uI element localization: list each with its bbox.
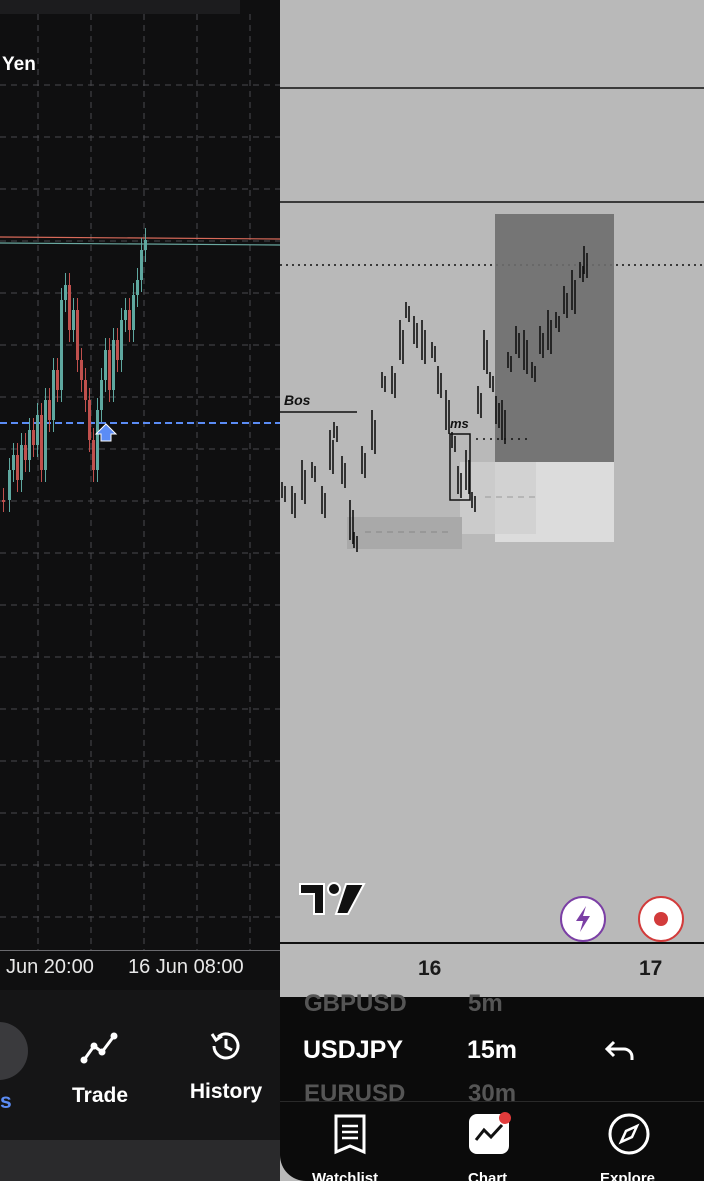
candle-body [112,340,115,390]
tab-watchlist[interactable]: Watchlist [312,1170,378,1181]
demand-zone [347,517,462,549]
candle-body [72,310,75,330]
x-axis-label-16: 16 [418,957,442,980]
candle-body [116,340,119,360]
nav-trade-label: Trade [71,1084,129,1107]
nav-partial-label[interactable]: s [0,1090,12,1114]
picker-symbol-prev[interactable]: GBPUSD [304,990,407,1018]
candle-body [84,380,87,400]
mt-chart-panel: Yen Jun 20:00 16 Jun 08:00 s Trade Histo… [0,0,280,1181]
candle-body [132,295,135,330]
candle-body [96,410,99,470]
candle-body [64,285,67,300]
picker-symbol-next[interactable]: EURUSD [304,1080,405,1108]
candle-body [48,400,51,420]
tab-explore[interactable]: Explore [600,1170,655,1181]
symbol-title: Yen [2,54,36,75]
candle-body [40,415,43,470]
x-axis-line [280,942,704,944]
nav-history-label: History [189,1080,263,1103]
candle-body [24,445,27,460]
candle-body [120,320,123,360]
x-axis-label-17: 17 [639,957,663,980]
time-label-1: Jun 20:00 [6,956,94,978]
tradingview-panel: Bos ms 16 17 GBPUSD 5m USDJPY 15m EURUSD… [280,0,704,1181]
candle-body [8,470,11,500]
candle-body [20,445,23,480]
history-icon [210,1032,240,1060]
candle-body [76,310,79,360]
system-bar [0,1140,280,1181]
candle-body [100,380,103,410]
candle-body [92,440,95,470]
candle-body [16,455,19,480]
mt-price-chart[interactable] [0,0,280,950]
lightning-button[interactable] [560,896,606,942]
record-icon [654,912,668,926]
explore-icon[interactable] [607,1112,651,1156]
candle-body [44,400,47,470]
candle-body [136,280,139,295]
undo-icon[interactable] [604,1036,636,1064]
picker-timeframe-next[interactable]: 30m [468,1080,516,1108]
bos-annotation: Bos [284,392,311,408]
candle-body [88,400,91,440]
record-button[interactable] [638,896,684,942]
time-axis-line [0,950,280,951]
target-zone [495,214,614,462]
price-line-red [0,236,280,240]
candle-body [128,310,131,330]
candle-body [124,310,127,320]
tradingview-logo [299,882,366,915]
picker-divider [280,1101,704,1102]
candle-body [108,350,111,390]
candle-body [52,370,55,420]
time-label-2: 16 Jun 08:00 [128,956,244,978]
candle-body [2,500,5,502]
candle-body [140,250,143,280]
trade-icon [80,1032,118,1064]
candle-body [104,350,107,380]
picker-timeframe-prev[interactable]: 5m [468,990,503,1018]
mss-annotation: ms [450,416,469,431]
candle-body [36,415,39,445]
candle-body [68,285,71,330]
picker-symbol-selected[interactable]: USDJPY [303,1036,403,1065]
watchlist-icon[interactable] [328,1112,372,1156]
lightning-icon [576,906,590,932]
picker-timeframe-selected[interactable]: 15m [467,1036,517,1065]
candle-body [144,240,147,250]
tv-price-chart[interactable]: Bos ms [280,0,704,942]
candle-body [28,430,31,460]
candle-body [32,430,35,445]
candle-body [56,370,59,390]
nav-history-button[interactable]: History [184,1026,268,1104]
candle-body [12,455,15,470]
price-line-teal [0,242,280,246]
candle-body [80,360,83,380]
nav-trade-button[interactable]: Trade [64,1030,136,1108]
tab-chart[interactable]: Chart [468,1170,507,1181]
chart-icon[interactable] [467,1112,511,1156]
candle-body [60,300,63,390]
